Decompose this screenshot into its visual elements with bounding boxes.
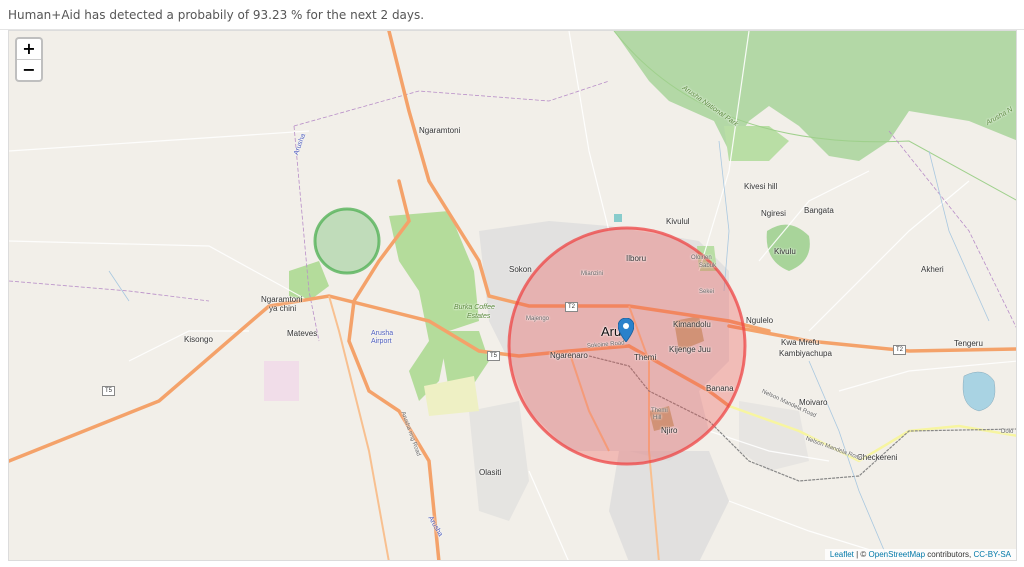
leaflet-link[interactable]: Leaflet [830,550,854,559]
place-label: Sokon [509,265,532,274]
national-park-area [614,31,1016,161]
zoom-control: + − [15,37,43,82]
map-tiles[interactable] [9,31,1017,561]
place-label: Mianzini [581,271,604,277]
osm-link[interactable]: OpenStreetMap [869,550,925,559]
place-label: Dolo [1001,429,1014,435]
pink-area [264,361,299,401]
road-shield: T5 [102,386,116,396]
safe-zone-green [313,207,381,275]
urban-area-west [469,401,529,521]
location-marker-icon[interactable] [618,318,634,342]
lake [962,371,996,412]
place-label: Arusha [371,330,394,337]
place-label: Kijenge Juu [669,345,711,354]
place-label: Burka Coffee [454,304,495,311]
place-label: Kwa Mrefu [781,338,820,347]
place-label: Kambiyachupa [779,349,832,358]
place-label: Hill [653,415,662,421]
road-shield: T2 [565,302,579,312]
pitch [614,214,622,222]
place-label: Oloirien [691,255,712,261]
place-label: Kivulu [774,247,796,256]
place-label: Ngaramtoni [419,126,461,135]
place-label: Ngarenaro [550,351,588,360]
place-label: Akheri [921,265,944,274]
place-label: Sabuk [699,263,717,269]
place-label: Kisongo [184,335,213,344]
place-label: Moivaro [799,398,828,407]
license-link[interactable]: CC-BY-SA [974,550,1012,559]
urban-area-south [609,451,729,560]
place-label: Kivesi hill [744,182,778,191]
road-shield: T5 [487,351,501,361]
road-shield: T2 [893,345,907,355]
place-label: Majengo [526,316,550,322]
map-attribution: Leaflet | © OpenStreetMap contributors, … [824,549,1016,560]
zoom-in-button[interactable]: + [17,39,41,60]
place-label: Themi [634,353,657,362]
place-label: Kimandolu [673,320,711,329]
place-label: Mateves [287,329,318,338]
place-label: Ngulelo [746,316,774,325]
place-label: ya chini [269,304,297,313]
place-label: Themi [651,408,668,414]
place-label: Tengeru [954,339,983,348]
place-label: Sekei [699,289,715,295]
zoom-out-button[interactable]: − [17,60,41,80]
place-label: Ilboru [626,254,647,263]
place-label: Airport [371,338,392,345]
place-label: Estates [467,313,491,320]
place-label: Banana [706,384,734,393]
place-label: Bangata [804,206,834,215]
place-label: Olasiti [479,468,502,477]
attribution-contributors: contributors, [925,550,974,559]
place-label: Ngaramtoni [261,295,303,304]
place-label: Kivulul [666,217,690,226]
place-label: Checkereni [857,453,898,462]
place-label: Njiro [661,426,678,435]
attribution-separator: | © [853,550,869,559]
place-label: Ngiresi [761,209,786,218]
status-message: Human+Aid has detected a probabily of 93… [0,0,1024,30]
map-container[interactable]: Ngaramtoni Ngaramtoni ya chini Mateves K… [8,30,1017,561]
